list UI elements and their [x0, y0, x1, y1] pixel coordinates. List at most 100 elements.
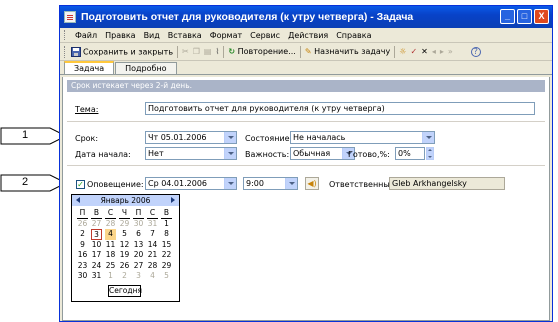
calendar-day[interactable]: 15 [161, 240, 172, 251]
calendar-day[interactable]: 7 [147, 229, 158, 240]
calendar-day[interactable]: 29 [161, 261, 172, 272]
calendar-grid: П В С Ч П С В 26 27 28 29 30 31 1 2 3 4 … [77, 208, 172, 282]
calendar-day[interactable]: 12 [119, 240, 130, 251]
calendar-day[interactable]: 21 [147, 250, 158, 261]
callout-1: 1 [0, 127, 68, 145]
calendar-day[interactable]: 26 [77, 219, 88, 230]
attach-icon[interactable]: ⌇ [215, 47, 219, 56]
calendar-day[interactable]: 13 [133, 240, 144, 251]
calendar-day[interactable]: 2 [119, 271, 130, 282]
chevron-down-icon[interactable] [224, 132, 236, 143]
calendar-day[interactable]: 6 [133, 229, 144, 240]
calendar-day[interactable]: 23 [77, 261, 88, 272]
calendar-day[interactable]: 16 [77, 250, 88, 261]
due-date-input[interactable]: Чт 05.01.2006 [145, 131, 237, 144]
copy-icon[interactable]: ❐ [193, 47, 200, 56]
reminder-date-input[interactable]: Ср 04.01.2006 [145, 177, 237, 190]
calendar-day[interactable]: 10 [91, 240, 102, 251]
reminder-time-input[interactable]: 9:00 [243, 177, 298, 190]
calendar-day[interactable]: 18 [105, 250, 116, 261]
calendar-day[interactable]: 22 [161, 250, 172, 261]
menu-insert[interactable]: Вставка [168, 31, 202, 40]
tab-task[interactable]: Задача [64, 61, 115, 74]
chevron-down-icon[interactable] [285, 178, 297, 189]
next-item-icon[interactable]: ▸ [440, 47, 444, 56]
calendar-day[interactable]: 1 [105, 271, 116, 282]
calendar-day[interactable]: 20 [133, 250, 144, 261]
save-close-button[interactable]: Сохранить и закрыть [71, 46, 174, 57]
chevron-down-icon[interactable] [422, 132, 434, 143]
previous-item-icon[interactable]: ◂ [432, 47, 436, 56]
cut-icon[interactable]: ✂ [182, 47, 189, 56]
status-select[interactable]: Не началась [290, 131, 435, 144]
tab-details[interactable]: Подробно [115, 62, 177, 74]
weekday-label: П [133, 208, 144, 219]
delete-icon[interactable]: ✕ [421, 47, 428, 56]
menu-view[interactable]: Вид [144, 31, 160, 40]
weekday-label: В [161, 208, 172, 219]
toolbar-separator [223, 45, 225, 58]
calendar-day[interactable]: 29 [119, 219, 130, 230]
speaker-icon[interactable]: ◀) [305, 177, 319, 190]
calendar-day[interactable]: 28 [147, 261, 158, 272]
start-date-input[interactable]: Нет [145, 147, 237, 160]
percent-complete-input[interactable]: 0% [395, 147, 425, 160]
menu-tools[interactable]: Сервис [250, 31, 280, 40]
calendar-day[interactable]: 26 [119, 261, 130, 272]
tab-strip: Задача Подробно [60, 61, 552, 75]
priority-select[interactable]: Обычная [290, 147, 355, 160]
title-bar[interactable]: Подготовить отчет для руководителя (к ут… [60, 6, 552, 28]
calendar-day[interactable]: 30 [133, 219, 144, 230]
save-close-label: Сохранить и закрыть [83, 47, 174, 56]
overflow-chevron-icon[interactable]: » [448, 47, 453, 56]
help-icon[interactable]: ? [470, 46, 481, 57]
calendar-day[interactable]: 27 [133, 261, 144, 272]
menu-format[interactable]: Формат [210, 31, 242, 40]
calendar-day-today[interactable]: 3 [91, 229, 102, 240]
paste-icon[interactable]: ▤ [204, 47, 212, 56]
calendar-day[interactable]: 9 [77, 240, 88, 251]
calendar-day-selected[interactable]: 4 [105, 229, 116, 240]
calendar-day[interactable]: 11 [105, 240, 116, 251]
mark-complete-icon[interactable]: ✓ [410, 47, 417, 56]
calendar-day[interactable]: 8 [161, 229, 172, 240]
reminder-checkbox[interactable]: ✓ [76, 180, 85, 189]
status-report-icon[interactable]: ☼ [399, 47, 406, 56]
assign-task-button[interactable]: ✎ Назначить задачу [305, 47, 390, 56]
menu-actions[interactable]: Действия [288, 31, 328, 40]
maximize-button[interactable]: □ [517, 9, 532, 24]
calendar-day[interactable]: 5 [119, 229, 130, 240]
calendar-day[interactable]: 3 [133, 271, 144, 282]
calendar-day[interactable]: 14 [147, 240, 158, 251]
calendar-header: Январь 2006 [72, 195, 179, 206]
close-button[interactable]: X [534, 9, 549, 24]
toolbar-separator [394, 45, 396, 58]
calendar-day[interactable]: 27 [91, 219, 102, 230]
minimize-button[interactable]: _ [500, 9, 515, 24]
menu-help[interactable]: Справка [336, 31, 371, 40]
percent-spinner[interactable] [426, 147, 434, 160]
calendar-day[interactable]: 31 [91, 271, 102, 282]
calendar-day[interactable]: 28 [105, 219, 116, 230]
chevron-down-icon[interactable] [224, 148, 236, 159]
calendar-day[interactable]: 31 [147, 219, 158, 230]
toolbar: Сохранить и закрыть ✂ ❐ ▤ ⌇ ↻ Повторение… [60, 43, 552, 61]
calendar-day[interactable]: 5 [161, 271, 172, 282]
calendar-day[interactable]: 1 [161, 219, 172, 230]
calendar-day[interactable]: 25 [105, 261, 116, 272]
next-month-icon[interactable] [171, 197, 175, 203]
calendar-day[interactable]: 17 [91, 250, 102, 261]
today-button[interactable]: Сегодня [108, 285, 142, 297]
calendar-day[interactable]: 30 [77, 271, 88, 282]
calendar-day[interactable]: 4 [147, 271, 158, 282]
calendar-day[interactable]: 24 [91, 261, 102, 272]
subject-input[interactable]: Подготовить отчет для руководителя (к ут… [145, 102, 535, 115]
chevron-down-icon[interactable] [224, 178, 236, 189]
previous-month-icon[interactable] [76, 197, 80, 203]
recurrence-button[interactable]: ↻ Повторение... [228, 47, 295, 56]
menu-edit[interactable]: Правка [105, 31, 135, 40]
status-value: Не началась [293, 133, 346, 142]
menu-file[interactable]: Файл [75, 31, 97, 40]
calendar-day[interactable]: 19 [119, 250, 130, 261]
calendar-day[interactable]: 2 [77, 229, 88, 240]
